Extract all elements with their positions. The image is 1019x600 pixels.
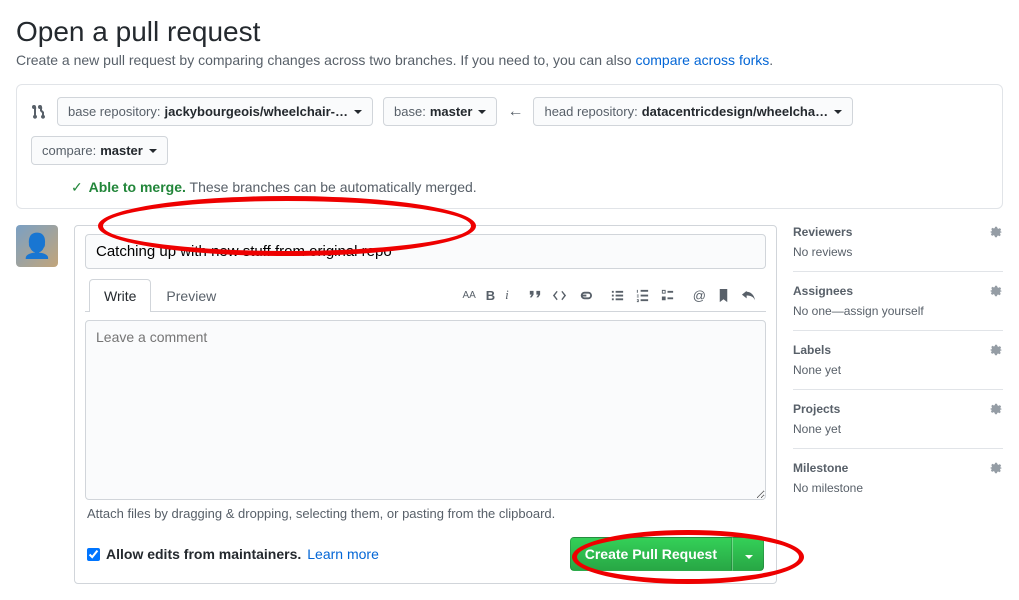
reviewers-heading: Reviewers — [793, 225, 852, 239]
sidebar: Reviewers No reviews Assignees No one—as… — [793, 225, 1003, 507]
base-repo-label: base repository: — [68, 104, 161, 119]
create-pr-dropdown[interactable] — [732, 537, 764, 571]
tasklist-icon[interactable] — [660, 288, 675, 303]
avatar: 👤 — [16, 225, 58, 267]
comment-textarea[interactable] — [85, 320, 766, 500]
caret-down-icon — [745, 555, 753, 559]
merge-status: ✓ Able to merge. These branches can be a… — [31, 179, 988, 196]
subhead-text: Create a new pull request by comparing c… — [16, 52, 635, 68]
compare-box: base repository: jackybourgeois/wheelcha… — [16, 84, 1003, 209]
allow-edits-checkbox[interactable] — [87, 548, 100, 561]
attach-hint[interactable]: Attach files by dragging & dropping, sel… — [85, 499, 766, 521]
subhead-suffix: . — [769, 52, 773, 68]
ul-icon[interactable] — [610, 288, 625, 303]
gear-icon[interactable] — [989, 225, 1003, 239]
compare-across-forks-link[interactable]: compare across forks — [635, 52, 769, 68]
base-repo-value: jackybourgeois/wheelchair-… — [165, 104, 349, 119]
gear-icon[interactable] — [989, 402, 1003, 416]
check-icon: ✓ — [71, 179, 83, 195]
gear-icon[interactable] — [989, 284, 1003, 298]
quote-icon[interactable] — [527, 288, 542, 303]
tab-preview[interactable]: Preview — [151, 279, 231, 312]
milestone-body: No milestone — [793, 481, 1003, 495]
base-branch-label: base: — [394, 104, 426, 119]
page-subhead: Create a new pull request by comparing c… — [16, 52, 1003, 68]
page-title: Open a pull request — [16, 16, 1003, 48]
assignees-body: No one—assign yourself — [793, 304, 1003, 318]
reviewers-body: No reviews — [793, 245, 1003, 259]
compare-branch-value: master — [100, 143, 143, 158]
assignees-heading: Assignees — [793, 284, 853, 298]
gear-icon[interactable] — [989, 343, 1003, 357]
head-repo-value: datacentricdesign/wheelcha… — [642, 104, 828, 119]
allow-edits-label[interactable]: Allow edits from maintainers. Learn more — [87, 546, 379, 562]
allow-edits-text: Allow edits from maintainers. — [106, 546, 301, 562]
ol-icon[interactable] — [635, 288, 650, 303]
learn-more-link[interactable]: Learn more — [307, 546, 379, 562]
code-icon[interactable] — [552, 288, 567, 303]
milestone-heading: Milestone — [793, 461, 848, 475]
projects-body: None yet — [793, 422, 1003, 436]
base-branch-select[interactable]: base: master — [383, 97, 497, 126]
caret-down-icon — [354, 110, 362, 114]
base-branch-value: master — [430, 104, 473, 119]
create-pr-button[interactable]: Create Pull Request — [570, 537, 732, 571]
assignees-text[interactable]: No one—assign yourself — [793, 304, 924, 318]
projects-heading: Projects — [793, 402, 840, 416]
markdown-toolbar: AA B i — [462, 287, 762, 303]
compare-branch-select[interactable]: compare: master — [31, 136, 168, 165]
bookmark-icon[interactable] — [716, 288, 731, 303]
italic-icon[interactable]: i — [505, 287, 509, 303]
reply-icon[interactable] — [741, 288, 756, 303]
tab-bar: Write Preview AA B i — [85, 279, 766, 312]
compare-branch-label: compare: — [42, 143, 96, 158]
mention-icon[interactable]: @ — [693, 288, 706, 303]
head-repo-select[interactable]: head repository: datacentricdesign/wheel… — [533, 97, 853, 126]
labels-body: None yet — [793, 363, 1003, 377]
caret-down-icon — [149, 149, 157, 153]
caret-down-icon — [834, 110, 842, 114]
merge-ok-detail: These branches can be automatically merg… — [190, 179, 477, 195]
caret-down-icon — [478, 110, 486, 114]
head-repo-label: head repository: — [544, 104, 637, 119]
pr-title-input[interactable] — [85, 234, 766, 269]
labels-heading: Labels — [793, 343, 831, 357]
merge-ok-label: Able to merge. — [89, 179, 186, 195]
gear-icon[interactable] — [989, 461, 1003, 475]
heading-icon[interactable]: AA — [462, 290, 475, 301]
compare-icon — [31, 104, 47, 120]
tab-write[interactable]: Write — [89, 279, 151, 312]
pr-form-card: Write Preview AA B i — [74, 225, 777, 584]
link-icon[interactable] — [577, 288, 592, 303]
bold-icon[interactable]: B — [486, 288, 495, 303]
base-repo-select[interactable]: base repository: jackybourgeois/wheelcha… — [57, 97, 373, 126]
arrow-left-icon: ← — [507, 103, 523, 121]
